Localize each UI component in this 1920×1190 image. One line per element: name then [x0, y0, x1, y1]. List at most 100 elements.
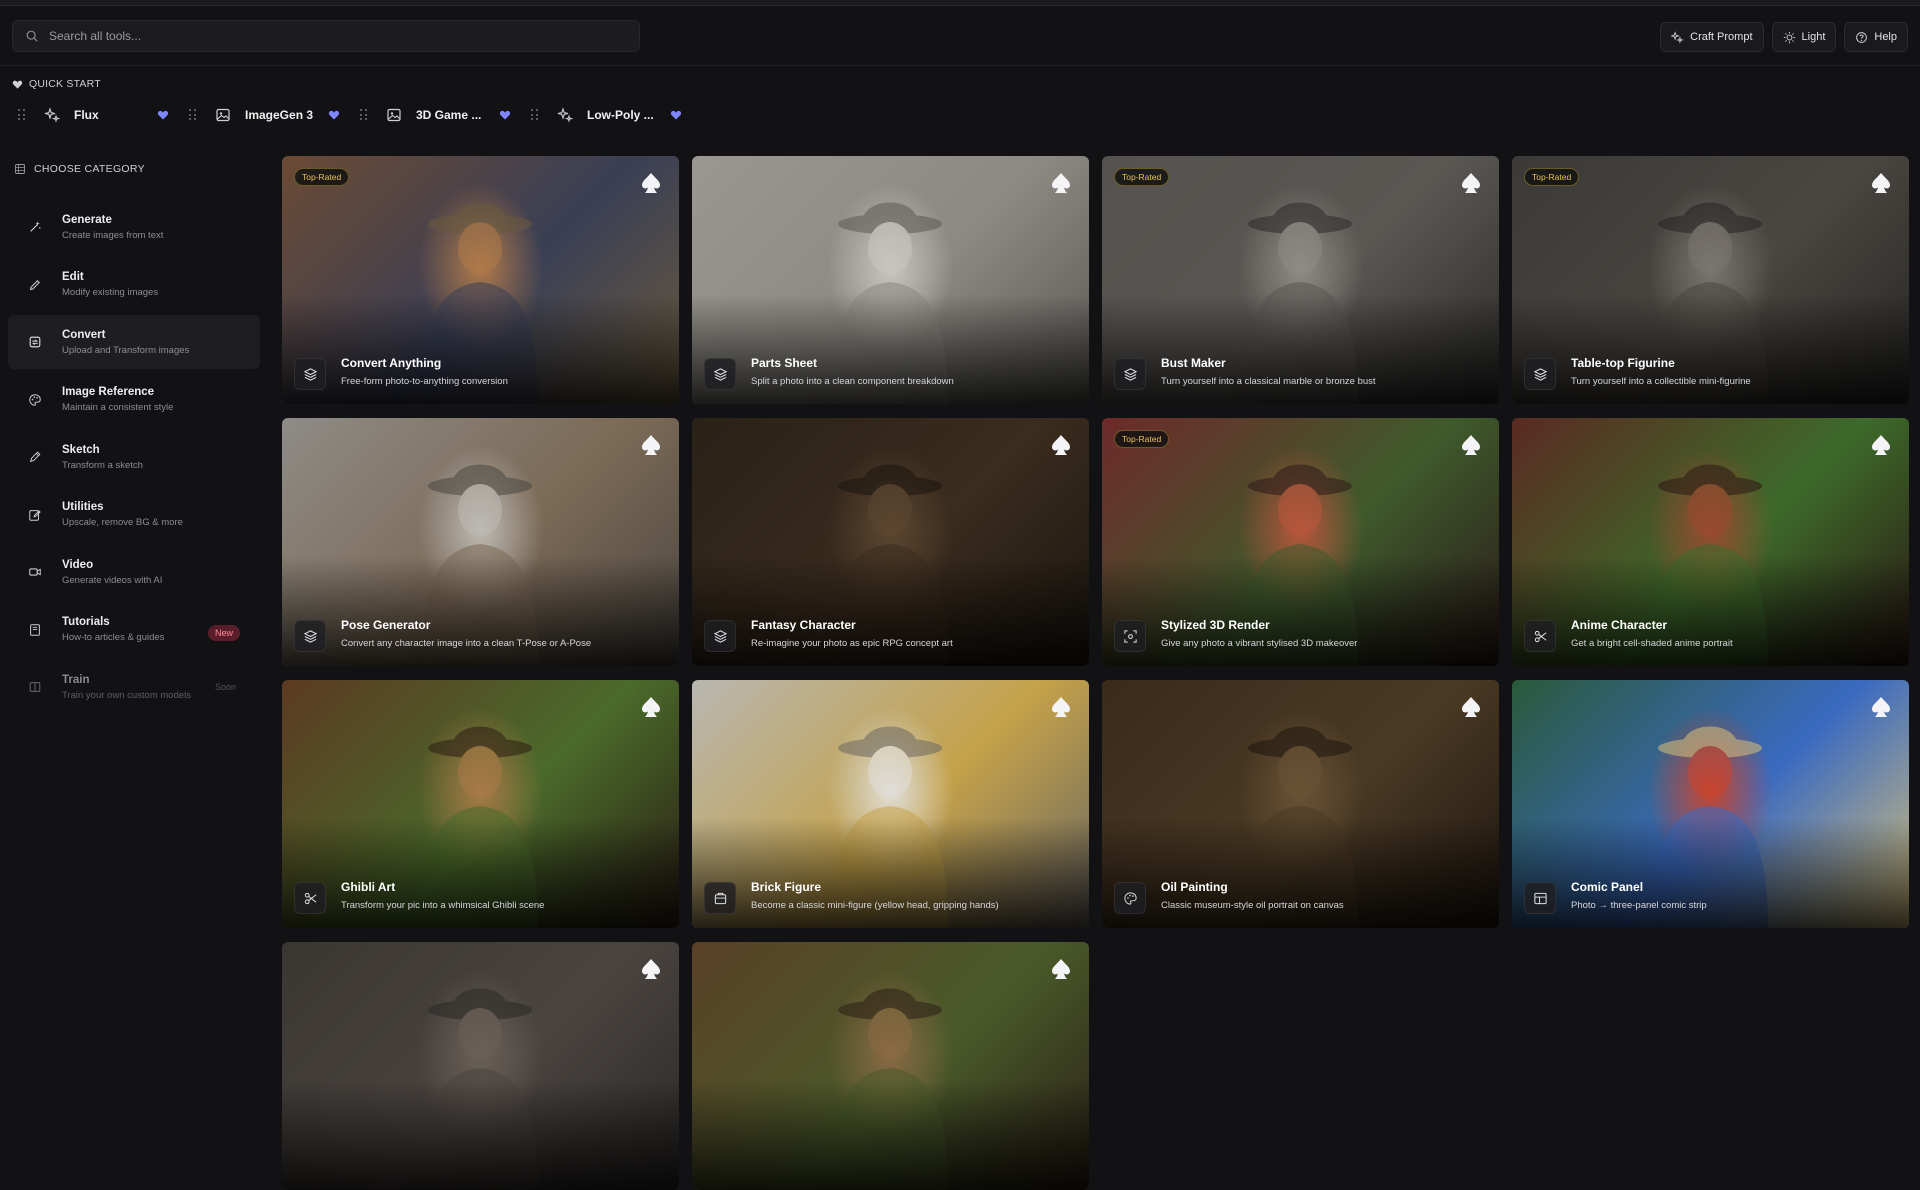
- book-icon: [30, 623, 40, 636]
- card-title: Comic Panel: [1571, 880, 1644, 894]
- tool-card[interactable]: Pose Generator Convert any character imag…: [282, 418, 679, 666]
- sparkle-icon: [557, 107, 574, 123]
- sidebar-item-name: Utilities: [62, 501, 104, 513]
- scissors-icon: [304, 892, 316, 904]
- card-description: Get a bright cell-shaded anime portrait: [1571, 638, 1733, 649]
- tool-card[interactable]: Comic Panel Photo → three-panel comic str…: [1512, 680, 1909, 928]
- sidebar-item-name: Generate: [62, 213, 112, 226]
- card-description: Split a photo into a clean component bre…: [751, 376, 954, 387]
- quick-start-item[interactable]: 3D Game ...: [354, 100, 525, 130]
- tool-card[interactable]: Brick Figure Become a classic mini-figure…: [692, 680, 1089, 928]
- layers-icon: [713, 367, 727, 381]
- sidebar-item-video[interactable]: Video Generate videos with AI: [8, 545, 260, 599]
- sidebar-item-name: Tutorials: [62, 616, 110, 628]
- card-description: Give any photo a vibrant stylised 3D mak…: [1161, 638, 1358, 649]
- quick-start-item[interactable]: Low-Poly ...: [525, 100, 696, 130]
- heart-icon[interactable]: [499, 109, 511, 121]
- card-gradient: [1102, 556, 1499, 666]
- tool-card[interactable]: Fantasy Character Re-imagine your photo a…: [692, 418, 1089, 666]
- quick-start-label: ImageGen 3: [245, 108, 314, 122]
- spade-icon[interactable]: [1461, 434, 1481, 456]
- light-mode-label: Light: [1801, 31, 1826, 43]
- header: Craft Prompt Light Help: [0, 6, 1920, 66]
- card-gradient: [282, 818, 679, 928]
- heart-icon[interactable]: [328, 109, 340, 121]
- sidebar-item-convert[interactable]: Convert Upload and Transform images: [8, 315, 260, 369]
- card-icon-box: [1114, 882, 1146, 914]
- card-gradient: [692, 294, 1089, 404]
- top-rated-badge: Top-Rated: [1114, 430, 1170, 448]
- sidebar-item-name: Train: [62, 673, 90, 686]
- spade-icon[interactable]: [1871, 172, 1891, 194]
- tool-card[interactable]: Top-Rated Table-top Figurine Turn yourself…: [1512, 156, 1909, 404]
- box-icon: [714, 892, 726, 904]
- spade-icon[interactable]: [1871, 696, 1891, 718]
- sidebar-item-sketch[interactable]: Sketch Transform a sketch: [8, 430, 260, 484]
- sidebar-item-name: Video: [62, 558, 94, 571]
- spade-icon[interactable]: [641, 172, 661, 194]
- spade-icon[interactable]: [1051, 958, 1071, 980]
- card-title: Anime Character: [1571, 618, 1668, 632]
- drag-handle-icon[interactable]: [360, 109, 368, 121]
- tool-card[interactable]: Top-Rated Convert Anything Free-form photo…: [282, 156, 679, 404]
- card-gradient: [1512, 818, 1909, 928]
- drag-handle-icon[interactable]: [189, 109, 197, 121]
- scissors-icon: [1534, 630, 1546, 642]
- search-input[interactable]: [49, 29, 609, 43]
- spade-icon[interactable]: [1051, 172, 1071, 194]
- light-mode-button[interactable]: Light: [1771, 22, 1837, 52]
- help-button[interactable]: Help: [1844, 22, 1908, 52]
- card-title: Bust Maker: [1161, 356, 1226, 370]
- heart-icon[interactable]: [670, 109, 682, 121]
- sidebar-item-tutorials[interactable]: Tutorials How-to articles & guides New: [8, 603, 260, 657]
- craft-prompt-label: Craft Prompt: [1690, 31, 1753, 43]
- heart-icon[interactable]: [157, 109, 169, 121]
- card-title: Fantasy Character: [751, 618, 856, 632]
- craft-prompt-button[interactable]: Craft Prompt: [1660, 22, 1764, 52]
- card-title: Pose Generator: [341, 618, 431, 632]
- card-title: Oil Painting: [1161, 880, 1228, 894]
- tool-card[interactable]: Oil Painting Classic museum-style oil por…: [1102, 680, 1499, 928]
- card-description: Convert any character image into a clean…: [341, 638, 592, 649]
- image-icon: [216, 108, 230, 122]
- panel-icon: [1533, 892, 1547, 904]
- top-rated-badge: Top-Rated: [1524, 168, 1580, 186]
- sidebar-item-edit[interactable]: Edit Modify existing images: [8, 258, 260, 312]
- card-gradient: [1512, 556, 1909, 666]
- search-bar[interactable]: [12, 20, 640, 52]
- spade-icon[interactable]: [641, 696, 661, 718]
- card-title: Stylized 3D Render: [1161, 618, 1270, 632]
- spade-icon[interactable]: [1051, 434, 1071, 456]
- tool-card[interactable]: Ghibli Art Transform your pic into a whim…: [282, 680, 679, 928]
- quick-start-heading: QUICK START: [12, 78, 101, 90]
- card-gradient: [1512, 294, 1909, 404]
- tool-card[interactable]: Top-Rated Bust Maker Turn yourself into a …: [1102, 156, 1499, 404]
- card-icon-box: [294, 358, 326, 390]
- tool-card[interactable]: Top-Rated Stylized 3D Render Give any phot…: [1102, 418, 1499, 666]
- tool-card[interactable]: Anime Character Get a bright cell-shaded …: [1512, 418, 1909, 666]
- tool-card[interactable]: Parts Sheet Split a photo into a clean co…: [692, 156, 1089, 404]
- train-icon: [29, 682, 41, 692]
- spade-icon[interactable]: [1871, 434, 1891, 456]
- drag-handle-icon[interactable]: [531, 109, 539, 121]
- sidebar-item-utilities[interactable]: Utilities Upscale, remove BG & more: [8, 488, 260, 542]
- top-rated-badge: Top-Rated: [1114, 168, 1170, 186]
- drag-handle-icon[interactable]: [18, 109, 26, 121]
- help-label: Help: [1874, 31, 1897, 43]
- tool-card[interactable]: [282, 942, 679, 1190]
- spade-icon[interactable]: [1051, 696, 1071, 718]
- sidebar-item-desc: Upload and Transform images: [62, 344, 190, 356]
- card-title: Convert Anything: [341, 356, 442, 370]
- tool-card[interactable]: [692, 942, 1089, 1190]
- sidebar-item-desc: Train your own custom models: [62, 689, 192, 701]
- spade-icon[interactable]: [1461, 696, 1481, 718]
- quick-start-item[interactable]: Flux: [12, 100, 183, 130]
- spade-icon[interactable]: [1461, 172, 1481, 194]
- sidebar-item-generate[interactable]: Generate Create images from text: [8, 200, 260, 254]
- sidebar-item-image-reference[interactable]: Image Reference Maintain a consistent sty…: [8, 373, 260, 427]
- sidebar-item-train[interactable]: Train Train your own custom models Soon: [8, 660, 260, 714]
- quick-start-item[interactable]: ImageGen 3: [183, 100, 354, 130]
- spade-icon[interactable]: [641, 434, 661, 456]
- card-title: Table-top Figurine: [1571, 356, 1675, 370]
- spade-icon[interactable]: [641, 958, 661, 980]
